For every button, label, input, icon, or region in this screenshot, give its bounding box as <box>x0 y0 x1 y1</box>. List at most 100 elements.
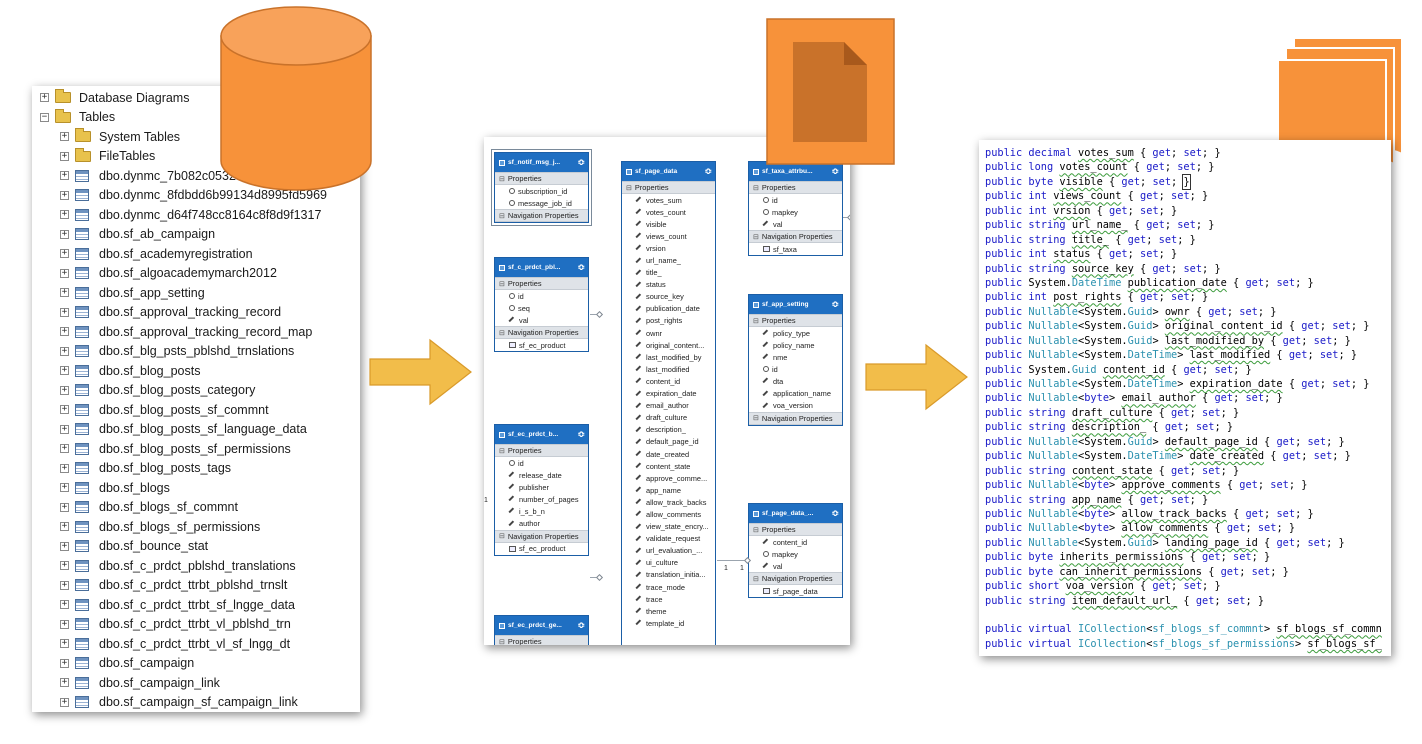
entity-property[interactable]: draft_culture <box>622 412 715 424</box>
properties-section[interactable]: Properties <box>495 172 588 185</box>
entity-property[interactable]: application_name <box>749 387 842 399</box>
collapse-chevron-icon[interactable]: ≎ <box>831 167 839 176</box>
code-line[interactable]: public string title_ { get; set; } <box>985 233 1391 247</box>
code-line[interactable]: public long votes_count { get; set; } <box>985 160 1391 174</box>
expand-icon[interactable]: + <box>60 366 69 376</box>
properties-section[interactable]: Properties <box>495 635 588 645</box>
entity-property[interactable]: trace <box>622 593 715 605</box>
entity-pagedata[interactable]: sf_page_data ≎ Properties votes_sum votes_co… <box>621 161 716 645</box>
entity-property[interactable]: message_job_id <box>495 197 588 209</box>
code-line[interactable]: public short voa_version { get; set; } <box>985 579 1391 593</box>
expand-icon[interactable]: + <box>60 151 69 161</box>
entity-pagedata2[interactable]: sf_page_data_... ≎ Properties content_idmap… <box>748 503 843 599</box>
code-line[interactable]: public string source_key { get; set; } <box>985 262 1391 276</box>
entity-property[interactable]: policy_type <box>749 327 842 339</box>
code-line[interactable]: public string app_name { get; set; } <box>985 493 1391 507</box>
tree-item[interactable]: + dbo.sf_blog_posts_tags <box>32 459 360 479</box>
properties-section[interactable]: Properties <box>622 181 715 194</box>
properties-section[interactable]: Properties <box>749 523 842 536</box>
expand-icon[interactable]: + <box>60 561 69 571</box>
tree-item[interactable]: + dbo.sf_bounce_stat <box>32 537 360 557</box>
expand-icon[interactable]: + <box>60 600 69 610</box>
entity-property[interactable]: title_ <box>622 267 715 279</box>
expand-icon[interactable]: + <box>60 327 69 337</box>
properties-section[interactable]: Properties <box>495 444 588 457</box>
entity-property[interactable]: description_ <box>622 424 715 436</box>
entity-property[interactable]: subscription_id <box>495 185 588 197</box>
entity-property[interactable]: id <box>495 290 588 302</box>
code-line[interactable]: public Nullable<System.Guid> last_modifi… <box>985 334 1391 348</box>
navigation-section[interactable]: Navigation Properties <box>495 529 588 543</box>
code-line[interactable]: public Nullable<System.DateTime> last_mo… <box>985 348 1391 362</box>
entity-property[interactable]: url_name_ <box>622 254 715 266</box>
entity-property[interactable]: voa_version <box>749 400 842 412</box>
entity-header[interactable]: sf_notif_msg_j... ≎ <box>495 153 588 172</box>
expand-icon[interactable]: + <box>60 288 69 298</box>
entity-property[interactable]: votes_sum <box>622 194 715 206</box>
expand-icon[interactable]: + <box>60 658 69 668</box>
collapse-chevron-icon[interactable]: ≎ <box>577 158 585 167</box>
tree-item[interactable]: + dbo.sf_c_prdct_ttrbt_vl_pblshd_trn <box>32 615 360 635</box>
expand-icon[interactable]: + <box>60 678 69 688</box>
entity-property[interactable]: id <box>749 363 842 375</box>
entity-property[interactable]: mapkey <box>749 206 842 218</box>
entity-property[interactable]: view_state_encry... <box>622 521 715 533</box>
entity-property[interactable]: validate_request <box>622 533 715 545</box>
tree-item[interactable]: + dbo.sf_campaign_link <box>32 673 360 693</box>
entity-header[interactable]: sf_ec_prdct_b... ≎ <box>495 425 588 444</box>
navigation-section[interactable]: Navigation Properties <box>749 411 842 425</box>
entity-property[interactable]: val <box>749 560 842 572</box>
entity-property[interactable]: id <box>495 457 588 469</box>
tree-item[interactable]: + dbo.sf_blg_psts_pblshd_trnslations <box>32 342 360 362</box>
code-line[interactable] <box>985 608 1391 622</box>
code-line[interactable]: public string url_name_ { get; set; } <box>985 218 1391 232</box>
entity-property[interactable]: vrsion <box>622 242 715 254</box>
entity-header[interactable]: sf_page_data_... ≎ <box>749 504 842 523</box>
code-line[interactable]: public int post_rights { get; set; } <box>985 290 1391 304</box>
code-line[interactable]: public Nullable<System.Guid> ownr { get;… <box>985 305 1391 319</box>
entity-property[interactable]: views_count <box>622 230 715 242</box>
expand-icon[interactable]: + <box>60 229 69 239</box>
expand-icon[interactable]: + <box>60 307 69 317</box>
entity-ecprdctb[interactable]: sf_ec_prdct_b... ≎ Properties id release_dat… <box>494 424 589 556</box>
expand-icon[interactable]: + <box>60 444 69 454</box>
entity-property[interactable]: expiration_date <box>622 388 715 400</box>
expand-icon[interactable]: + <box>60 483 69 493</box>
entity-property[interactable]: val <box>495 314 588 326</box>
code-line[interactable]: public byte can_inherit_permissions { ge… <box>985 565 1391 579</box>
tree-item[interactable]: + dbo.sf_campaign <box>32 654 360 674</box>
expand-icon[interactable]: + <box>60 502 69 512</box>
entity-taxa[interactable]: sf_taxa_attrbu... ≎ Properties id mapkey val N… <box>748 161 843 257</box>
tree-item[interactable]: + dbo.sf_approval_tracking_record <box>32 303 360 323</box>
properties-section[interactable]: Properties <box>495 277 588 290</box>
entity-property[interactable]: email_author <box>622 400 715 412</box>
code-line[interactable]: public int views_count { get; set; } <box>985 189 1391 203</box>
tree-item[interactable]: + dbo.sf_approval_tracking_record_map <box>32 322 360 342</box>
tree-item[interactable]: + dbo.sf_ab_campaign <box>32 225 360 245</box>
entity-header[interactable]: sf_app_setting ≎ <box>749 295 842 314</box>
code-line[interactable]: public string draft_culture { get; set; … <box>985 406 1391 420</box>
entity-property[interactable]: translation_initia... <box>622 569 715 581</box>
entity-property[interactable]: policy_name <box>749 339 842 351</box>
tree-item[interactable]: + dbo.dynmc_d64f748cc8164c8f8d9f1317 <box>32 205 360 225</box>
navigation-property[interactable]: sf_ec_product <box>495 543 588 555</box>
entity-property[interactable]: publisher <box>495 481 588 493</box>
tree-item[interactable]: + dbo.sf_c_prdct_ttrbt_pblshd_trnslt <box>32 576 360 596</box>
entity-property[interactable]: votes_count <box>622 206 715 218</box>
collapse-chevron-icon[interactable]: ≎ <box>577 430 585 439</box>
expand-icon[interactable]: + <box>60 541 69 551</box>
expand-icon[interactable]: + <box>60 171 69 181</box>
navigation-property[interactable]: sf_ec_product <box>495 339 588 351</box>
entity-property[interactable]: allow_track_backs <box>622 496 715 508</box>
expand-icon[interactable]: + <box>60 639 69 649</box>
entity-property[interactable]: publication_date <box>622 303 715 315</box>
collapse-icon[interactable]: − <box>40 112 49 122</box>
entity-header[interactable]: sf_ec_prdct_ge... ≎ <box>495 616 588 635</box>
code-line[interactable]: public Nullable<byte> allow_track_backs … <box>985 507 1391 521</box>
entity-property[interactable]: default_page_id <box>622 436 715 448</box>
tree-item[interactable]: + dbo.sf_c_prdct_ttrbt_sf_lngge_data <box>32 595 360 615</box>
tree-item[interactable]: + dbo.sf_campaign_sf_campaign_link <box>32 693 360 713</box>
entity-property[interactable]: ownr <box>622 327 715 339</box>
entity-property[interactable]: url_evaluation_... <box>622 545 715 557</box>
entity-notif[interactable]: sf_notif_msg_j... ≎ Properties subscription… <box>491 148 592 227</box>
